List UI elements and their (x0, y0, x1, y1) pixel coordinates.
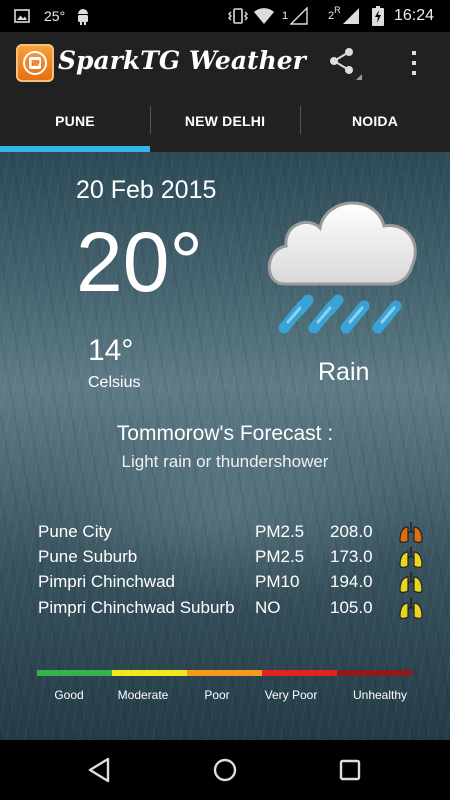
current-temperature: 20° (76, 215, 204, 309)
wifi-icon (253, 0, 275, 32)
app-title: SparkTG Weather (58, 46, 306, 75)
aqi-location: Pimpri Chinchwad Suburb (38, 598, 235, 617)
aqi-row: Pune Suburb PM2.5 173.0 (0, 547, 450, 571)
image-notification-icon (14, 0, 30, 32)
aqi-location: Pune Suburb (38, 547, 138, 566)
aqi-location: Pimpri Chinchwad (38, 572, 175, 591)
aqi-location: Pune City (38, 522, 112, 541)
rain-cloud-icon (267, 201, 417, 334)
scale-segment-poor (187, 670, 262, 676)
scale-segment-very-poor (262, 670, 337, 676)
status-bar: 25° 1 2 R 16:24 (0, 0, 450, 32)
scale-segment-good (37, 670, 112, 676)
aqi-value: 194.0 (330, 572, 373, 591)
battery-icon (372, 0, 384, 32)
aqi-value: 173.0 (330, 547, 373, 566)
roaming-indicator: R (334, 5, 341, 15)
overflow-menu-button[interactable] (404, 49, 424, 82)
forecast-text: Light rain or thundershower (121, 452, 329, 471)
back-button[interactable] (86, 756, 112, 789)
share-button[interactable] (328, 46, 362, 85)
lungs-icon (399, 522, 423, 543)
aqi-row: Pimpri Chinchwad PM10 194.0 (0, 572, 450, 596)
tab-pune[interactable]: PUNE (0, 94, 150, 148)
scale-label-poor: Poor (204, 688, 230, 702)
home-icon (213, 758, 237, 782)
lungs-icon (399, 547, 423, 568)
recents-button[interactable] (338, 758, 362, 787)
aqi-value: 208.0 (330, 522, 373, 541)
forecast-title: Tommorow's Forecast : (116, 422, 334, 445)
aqi-pollutant: PM10 (255, 572, 300, 591)
weather-panel: 20 Feb 2015 20° 14° Celsius Rain Tommoro… (0, 152, 450, 740)
city-tabs: PUNE NEW DELHI NOIDA (0, 94, 450, 152)
low-temperature: 14° (88, 334, 134, 367)
weather-condition: Rain (318, 358, 370, 386)
scale-label-very-poor: Very Poor (264, 688, 318, 702)
android-icon (76, 0, 90, 32)
lungs-icon (399, 572, 423, 593)
share-icon (330, 48, 362, 80)
status-temperature: 25° (44, 8, 66, 24)
sim1-label: 1 (282, 10, 289, 22)
scale-label-good: Good (54, 688, 84, 702)
vibrate-icon (227, 0, 249, 32)
more-vert-icon (412, 51, 416, 75)
aqi-row: Pune City PM2.5 208.0 (0, 522, 450, 546)
home-button[interactable] (212, 757, 238, 788)
aqi-pollutant: PM2.5 (255, 547, 305, 566)
tab-new-delhi[interactable]: NEW DELHI (150, 94, 300, 148)
aqi-pollutant: NO (255, 598, 281, 617)
app-bar: SparkTG Weather (0, 32, 450, 94)
lungs-icon (399, 598, 423, 619)
sim1-signal: 1 (282, 0, 308, 32)
tab-noida[interactable]: NOIDA (300, 94, 450, 148)
back-icon (88, 757, 110, 783)
weather-date: 20 Feb 2015 (76, 176, 217, 204)
aqi-pollutant: PM2.5 (255, 522, 305, 541)
scale-label-unhealthy: Unhealthy (352, 688, 408, 702)
scale-segment-unhealthy (337, 670, 412, 676)
system-nav-bar (0, 740, 450, 800)
status-time: 16:24 (394, 7, 435, 24)
aqi-value: 105.0 (330, 598, 373, 617)
recents-icon (339, 759, 361, 781)
app-logo-icon (16, 44, 54, 82)
scale-label-moderate: Moderate (117, 688, 169, 702)
scale-segment-moderate (112, 670, 187, 676)
aqi-row: Pimpri Chinchwad Suburb NO 105.0 (0, 598, 450, 622)
sim2-signal: 2 R (328, 0, 360, 32)
temperature-unit: Celsius (88, 374, 141, 391)
aqi-scale-bar (37, 670, 412, 676)
